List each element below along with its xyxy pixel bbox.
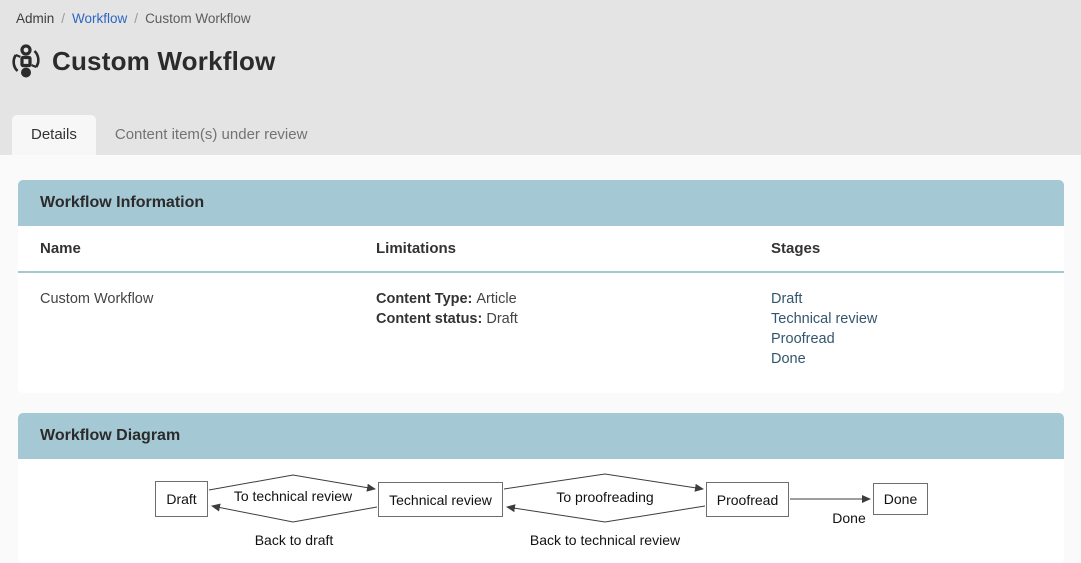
tab-bar: Details Content item(s) under review xyxy=(0,115,1081,155)
stage-item: Draft xyxy=(771,289,1064,309)
workflow-diagram-panel: Workflow Diagram Draft Technical review xyxy=(18,413,1064,563)
main-content: Workflow Information Name Limitations St… xyxy=(0,155,1081,563)
edge-back-to-technical-review xyxy=(507,506,705,522)
page-header: Admin / Workflow / Custom Workflow Custo… xyxy=(0,0,1081,155)
edge-label-back-to-technical-review: Back to technical review xyxy=(530,532,680,548)
column-header-stages: Stages xyxy=(771,226,1064,272)
limitation-content-type: Content Type:Article xyxy=(376,289,771,309)
edge-to-proofreading xyxy=(504,474,703,489)
stage-item: Technical review xyxy=(771,309,1064,329)
node-done: Done xyxy=(873,483,928,515)
page: Admin / Workflow / Custom Workflow Custo… xyxy=(0,0,1081,561)
breadcrumb-item-admin: Admin xyxy=(16,11,54,26)
limitation-value: Article xyxy=(476,291,516,307)
stage-item: Done xyxy=(771,349,1064,369)
limitation-value: Draft xyxy=(486,311,517,327)
workflow-diagram-title: Workflow Diagram xyxy=(18,413,1064,459)
breadcrumb-separator: / xyxy=(134,11,138,26)
workflow-information-panel: Workflow Information Name Limitations St… xyxy=(18,180,1064,393)
edge-label-to-technical-review: To technical review xyxy=(234,488,352,504)
workflow-name-cell: Custom Workflow xyxy=(18,272,376,393)
edge-back-to-draft xyxy=(212,506,377,522)
edge-label-done: Done xyxy=(832,510,865,526)
title-row: Custom Workflow xyxy=(0,26,1081,80)
edge-label-back-to-draft: Back to draft xyxy=(255,532,334,548)
stages-cell: Draft Technical review Proofread Done xyxy=(771,272,1064,393)
page-title: Custom Workflow xyxy=(52,46,276,77)
node-draft: Draft xyxy=(155,481,208,517)
breadcrumb-separator: / xyxy=(61,11,65,26)
column-header-name: Name xyxy=(18,226,376,272)
workflow-information-title: Workflow Information xyxy=(18,180,1064,226)
column-header-limitations: Limitations xyxy=(376,226,771,272)
workflow-icon xyxy=(8,42,44,80)
tab-details[interactable]: Details xyxy=(12,115,96,155)
node-proofread: Proofread xyxy=(706,482,789,517)
limitations-cell: Content Type:Article Content status:Draf… xyxy=(376,272,771,393)
stage-item: Proofread xyxy=(771,329,1064,349)
edge-label-to-proofreading: To proofreading xyxy=(556,489,653,505)
limitation-label: Content Type: xyxy=(376,291,472,307)
workflow-diagram: Draft Technical review Proofread Done To… xyxy=(18,459,1064,563)
breadcrumb: Admin / Workflow / Custom Workflow xyxy=(0,0,1081,26)
table-row: Custom Workflow Content Type:Article Con… xyxy=(18,272,1064,393)
node-technical-review: Technical review xyxy=(378,482,503,517)
breadcrumb-item-workflow[interactable]: Workflow xyxy=(72,11,127,26)
limitation-content-status: Content status:Draft xyxy=(376,309,771,329)
limitation-label: Content status: xyxy=(376,311,482,327)
workflow-information-table: Name Limitations Stages Custom Workflow … xyxy=(18,226,1064,393)
tab-content-items-under-review[interactable]: Content item(s) under review xyxy=(96,115,327,155)
breadcrumb-item-current: Custom Workflow xyxy=(145,11,251,26)
table-header-row: Name Limitations Stages xyxy=(18,226,1064,272)
